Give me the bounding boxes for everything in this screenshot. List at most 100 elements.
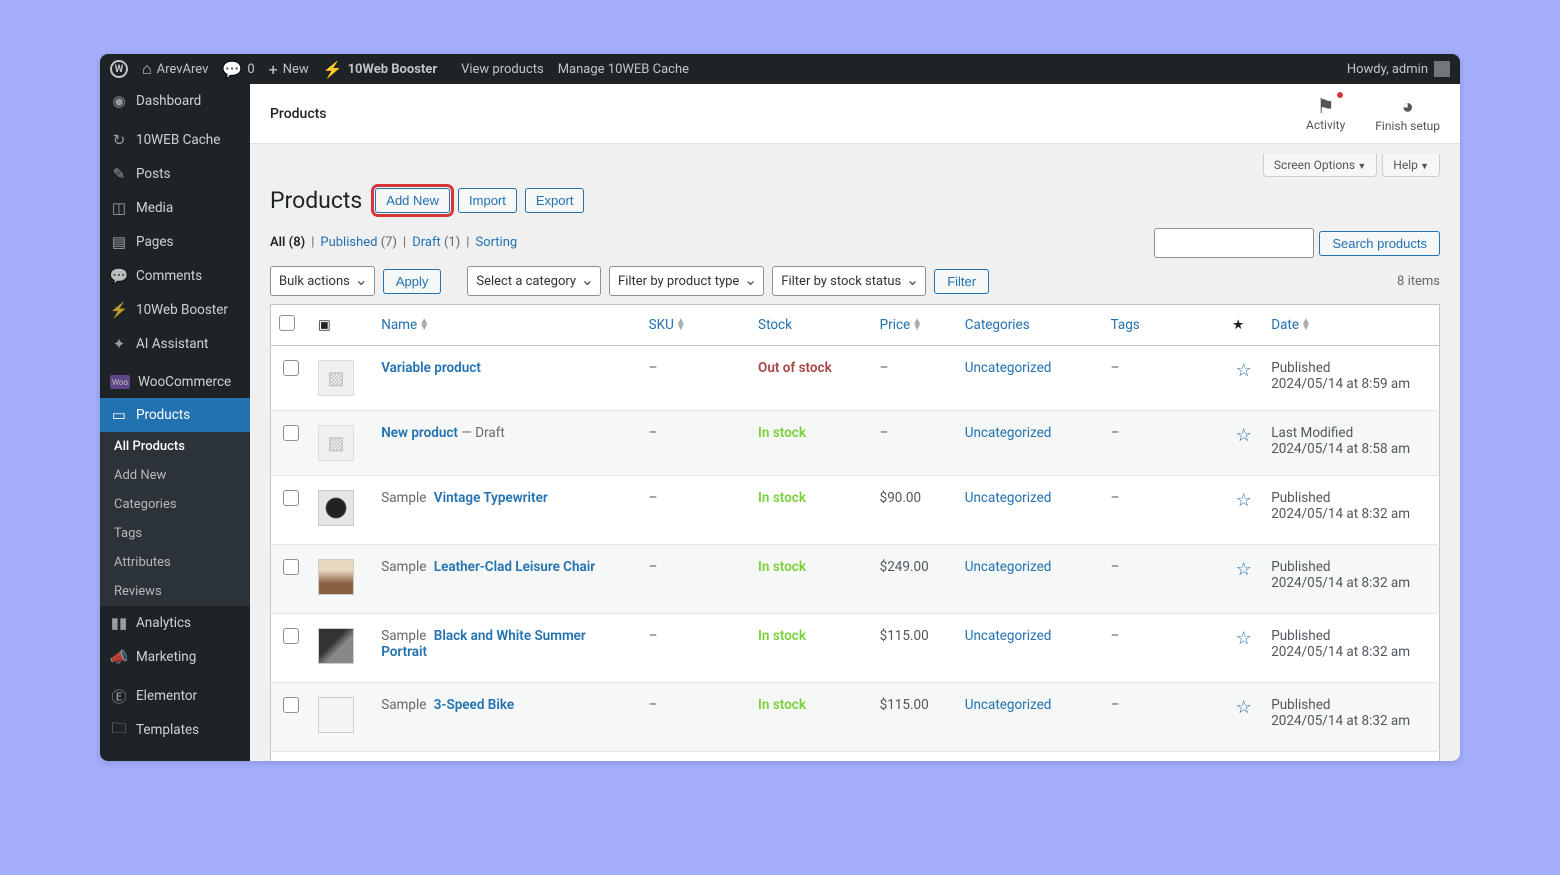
menu-comments[interactable]: 💬Comments — [100, 259, 250, 293]
howdy-label[interactable]: Howdy, admin — [1347, 62, 1428, 77]
view-products-link[interactable]: View products — [461, 62, 544, 77]
category-filter-select[interactable]: Select a category — [467, 266, 601, 296]
site-link[interactable]: ⌂ArevArev — [142, 59, 208, 79]
category-link[interactable]: Uncategorized — [965, 360, 1052, 376]
submenu-add-new[interactable]: Add New — [100, 461, 250, 490]
category-link[interactable]: Uncategorized — [965, 559, 1052, 575]
menu-marketing[interactable]: 📣Marketing — [100, 640, 250, 674]
stock-status: Out of stock — [758, 360, 832, 376]
product-title-link[interactable]: New product — [381, 425, 458, 441]
booster-link[interactable]: ⚡10Web Booster — [323, 60, 437, 79]
menu-dashboard[interactable]: ◉Dashboard — [100, 84, 250, 118]
filter-all[interactable]: All (8) — [270, 235, 305, 250]
product-title-link[interactable]: Leather-Clad Leisure Chair — [434, 559, 595, 575]
table-row: Sample Leather-Clad Leisure Chair–In sto… — [271, 545, 1440, 614]
menu-products[interactable]: ▭Products — [100, 398, 250, 432]
column-featured: ★ — [1224, 305, 1263, 346]
bulk-actions-select[interactable]: Bulk actions — [270, 266, 375, 296]
product-title-link[interactable]: 3-Speed Bike — [434, 697, 514, 713]
submenu-reviews[interactable]: Reviews — [100, 577, 250, 606]
help-tab[interactable]: Help — [1382, 154, 1440, 177]
product-title-link[interactable]: Vintage Typewriter — [434, 490, 548, 506]
screen-options-tab[interactable]: Screen Options — [1263, 154, 1377, 177]
filter-button[interactable]: Filter — [934, 269, 989, 294]
apply-button[interactable]: Apply — [383, 269, 442, 294]
avatar-icon[interactable] — [1434, 61, 1450, 77]
import-button[interactable]: Import — [458, 188, 517, 213]
category-link[interactable]: Uncategorized — [965, 490, 1052, 506]
product-thumbnail[interactable] — [318, 490, 354, 526]
finish-setup-button[interactable]: ◕ Finish setup — [1375, 94, 1440, 133]
manage-cache-link[interactable]: Manage 10WEB Cache — [558, 62, 689, 77]
price-cell: $90.00 — [872, 476, 957, 545]
filter-published[interactable]: Published (7) — [320, 235, 397, 250]
row-checkbox[interactable] — [283, 490, 299, 506]
featured-star-icon[interactable]: ☆ — [1236, 425, 1252, 446]
row-checkbox[interactable] — [283, 360, 299, 376]
category-link[interactable]: Uncategorized — [965, 425, 1052, 441]
products-submenu: All Products Add New Categories Tags Att… — [100, 432, 250, 606]
filter-sorting[interactable]: Sorting — [475, 235, 517, 250]
column-date[interactable]: Date▲▼ — [1263, 305, 1439, 346]
product-thumbnail[interactable] — [318, 559, 354, 595]
category-link[interactable]: Uncategorized — [965, 628, 1052, 644]
filter-draft[interactable]: Draft (1) — [412, 235, 460, 250]
column-name[interactable]: Name▲▼ — [373, 305, 640, 346]
search-input[interactable] — [1154, 228, 1314, 258]
cache-icon: ↻ — [110, 131, 128, 149]
new-link[interactable]: +New — [269, 60, 309, 79]
menu-posts[interactable]: ✎Posts — [100, 157, 250, 191]
menu-media[interactable]: ◫Media — [100, 191, 250, 225]
featured-star-icon[interactable]: ☆ — [1236, 559, 1252, 580]
row-checkbox[interactable] — [283, 559, 299, 575]
table-row: ▨New product — Draft–In stock–Uncategori… — [271, 411, 1440, 476]
items-count: 8 items — [1397, 274, 1440, 289]
category-link[interactable]: Uncategorized — [965, 697, 1052, 713]
select-all-checkbox[interactable] — [279, 315, 295, 331]
menu-woocommerce[interactable]: WooWooCommerce — [100, 366, 250, 398]
row-checkbox[interactable] — [283, 425, 299, 441]
column-categories: Categories — [957, 305, 1103, 346]
add-new-button[interactable]: Add New — [375, 188, 450, 213]
page-title: Products — [270, 187, 362, 214]
column-price[interactable]: Price▲▼ — [872, 305, 957, 346]
woo-icon: Woo — [110, 375, 130, 389]
featured-star-icon[interactable]: ☆ — [1236, 697, 1252, 718]
export-button[interactable]: Export — [525, 188, 585, 213]
sku-cell: – — [641, 411, 750, 476]
search-button[interactable]: Search products — [1319, 231, 1440, 256]
menu-analytics[interactable]: ▮▮Analytics — [100, 606, 250, 640]
submenu-tags[interactable]: Tags — [100, 519, 250, 548]
menu-ai-assistant[interactable]: ✦AI Assistant — [100, 327, 250, 361]
dashboard-icon: ◉ — [110, 92, 128, 110]
featured-star-icon[interactable]: ☆ — [1236, 490, 1252, 511]
menu-templates[interactable]: 🗀Templates — [100, 713, 250, 747]
menu-elementor[interactable]: ⒺElementor — [100, 679, 250, 713]
stock-status-filter-select[interactable]: Filter by stock status — [772, 266, 926, 296]
menu-10web-booster[interactable]: ⚡10Web Booster — [100, 293, 250, 327]
product-title-link[interactable]: Variable product — [381, 360, 481, 376]
menu-pages[interactable]: ▤Pages — [100, 225, 250, 259]
product-thumbnail[interactable] — [318, 628, 354, 664]
admin-sidebar: ◉Dashboard ↻10WEB Cache ✎Posts ◫Media ▤P… — [100, 84, 250, 761]
wp-logo-icon[interactable]: W — [110, 60, 128, 78]
date-cell: Published — [1263, 752, 1439, 762]
activity-button[interactable]: ⚑ Activity — [1306, 94, 1345, 133]
submenu-attributes[interactable]: Attributes — [100, 548, 250, 577]
submenu-categories[interactable]: Categories — [100, 490, 250, 519]
row-checkbox[interactable] — [283, 628, 299, 644]
row-checkbox[interactable] — [283, 697, 299, 713]
column-sku[interactable]: SKU▲▼ — [641, 305, 750, 346]
date-cell: Published2024/05/14 at 8:32 am — [1263, 614, 1439, 683]
thumbnail-placeholder-icon: ▨ — [318, 425, 354, 461]
featured-star-icon[interactable]: ☆ — [1236, 628, 1252, 649]
product-type-filter-select[interactable]: Filter by product type — [609, 266, 764, 296]
ai-icon: ✦ — [110, 335, 128, 353]
price-cell: $115.00 — [872, 683, 957, 752]
tags-cell: – — [1103, 411, 1225, 476]
featured-star-icon[interactable]: ☆ — [1236, 360, 1252, 381]
product-thumbnail[interactable] — [318, 697, 354, 733]
comments-link[interactable]: 💬0 — [222, 60, 254, 79]
menu-10web-cache[interactable]: ↻10WEB Cache — [100, 123, 250, 157]
submenu-all-products[interactable]: All Products — [100, 432, 250, 461]
